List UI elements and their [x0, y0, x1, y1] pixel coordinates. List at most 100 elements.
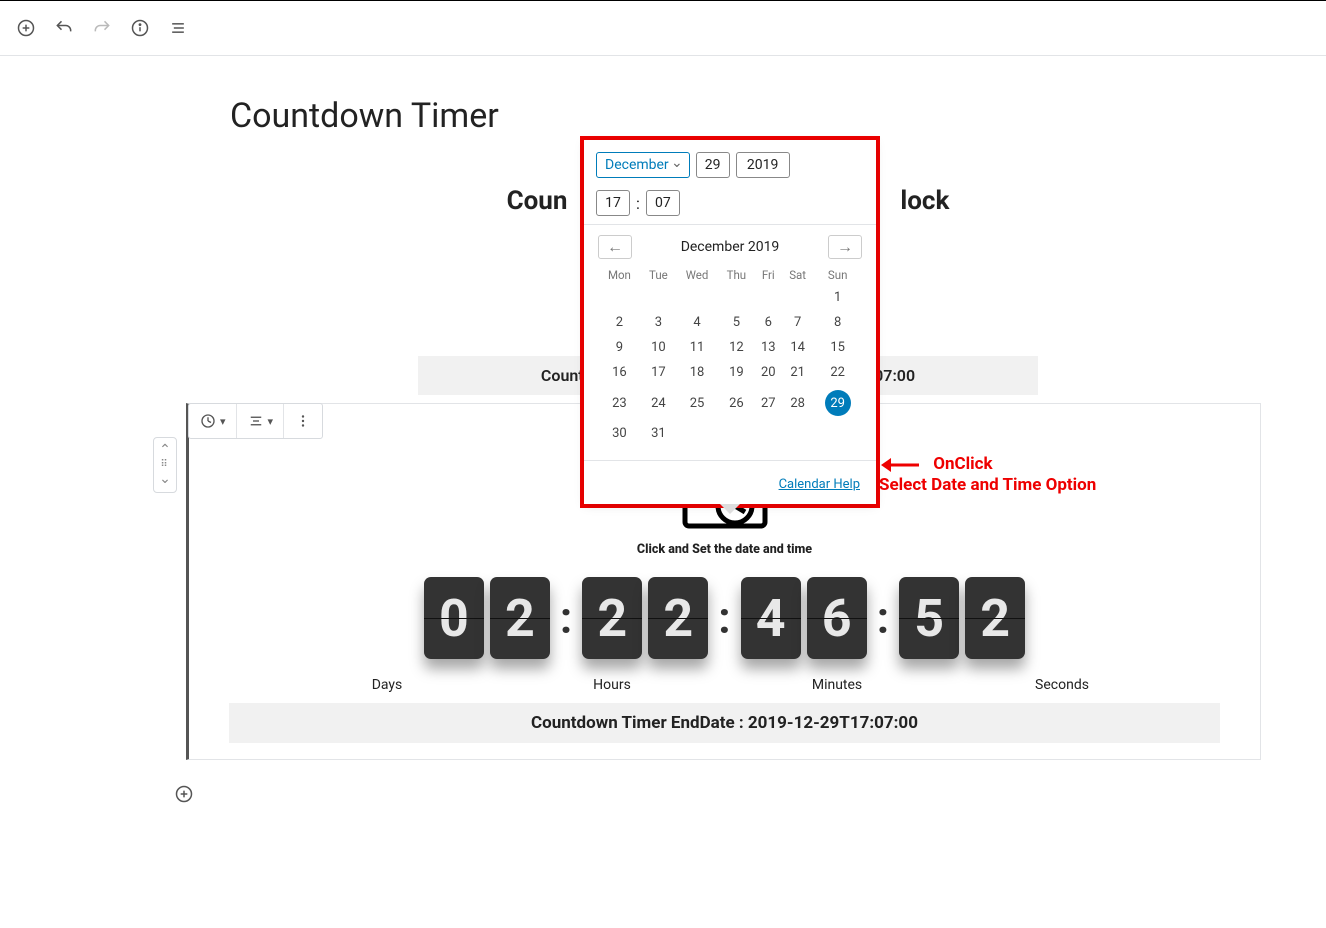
calendar-day[interactable]: 28 [782, 385, 813, 421]
arrow-left-icon [879, 455, 921, 475]
calendar-help-link[interactable]: Calendar Help [779, 477, 860, 492]
calendar-day[interactable]: 6 [755, 310, 782, 335]
weekday-header: Fri [755, 265, 782, 285]
calendar-month-title: December 2019 [681, 239, 780, 255]
calendar-day[interactable]: 8 [813, 310, 862, 335]
year-input[interactable]: 2019 [736, 152, 790, 178]
page-title[interactable]: Countdown Timer [230, 96, 1326, 136]
title-visible-suffix: lock [900, 186, 949, 216]
calendar-day [755, 421, 782, 446]
countdown-display: 0 2 : 2 2 : 4 6 : 5 2 [229, 577, 1220, 659]
day-input[interactable]: 29 [696, 152, 730, 178]
calendar-grid: ← December 2019 → MonTueWedThuFriSatSun … [584, 224, 876, 461]
days-digit-1: 0 [424, 577, 484, 659]
redo-icon[interactable] [88, 14, 116, 42]
month-select[interactable]: December [596, 152, 690, 178]
calendar-day[interactable]: 11 [676, 335, 718, 360]
block-movers: ⌃ ⠿ ⌄ [153, 437, 177, 493]
calendar-day[interactable]: 15 [813, 335, 862, 360]
enddate-bar: Countdown Timer EndDate : 2019-12-29T17:… [229, 703, 1220, 743]
datepicker-fields: December 29 2019 17 : 07 [584, 140, 876, 224]
label-days: Days [327, 677, 447, 693]
minutes-digit-1: 4 [741, 577, 801, 659]
calendar-day[interactable]: 13 [755, 335, 782, 360]
calendar-day [813, 421, 862, 446]
calendar-day[interactable]: 2 [598, 310, 641, 335]
weekday-header: Sat [782, 265, 813, 285]
calendar-day[interactable]: 14 [782, 335, 813, 360]
prev-month-icon[interactable]: ← [598, 235, 632, 259]
hours-digit-2: 2 [648, 577, 708, 659]
calendar-day [755, 285, 782, 310]
undo-icon[interactable] [50, 14, 78, 42]
drag-handle-icon[interactable]: ⠿ [160, 459, 169, 471]
separator: : [556, 592, 576, 644]
calendar-day[interactable]: 5 [718, 310, 754, 335]
calendar-day[interactable]: 10 [641, 335, 676, 360]
weekday-header: Tue [641, 265, 676, 285]
align-button[interactable]: ▾ [237, 404, 285, 438]
calendar-day[interactable]: 30 [598, 421, 641, 446]
calendar-day [782, 285, 813, 310]
calendar-day[interactable]: 9 [598, 335, 641, 360]
countdown-labels: Days Hours Minutes Seconds [229, 677, 1220, 693]
annotation-line1: OnClick [933, 454, 992, 474]
block-toolbar: ▾ ▾ [188, 403, 323, 439]
calendar-day[interactable]: 21 [782, 360, 813, 385]
calendar-day[interactable]: 1 [813, 285, 862, 310]
days-digit-2: 2 [490, 577, 550, 659]
label-hours: Hours [552, 677, 672, 693]
seconds-digit-1: 5 [899, 577, 959, 659]
calendar-day[interactable]: 19 [718, 360, 754, 385]
info-icon[interactable] [126, 14, 154, 42]
time-colon: : [636, 194, 640, 213]
calendar-day[interactable]: 3 [641, 310, 676, 335]
calendar-help-row: Calendar Help [584, 461, 876, 504]
calendar-day[interactable]: 4 [676, 310, 718, 335]
more-options-button[interactable] [284, 404, 322, 438]
next-month-icon[interactable]: → [828, 235, 862, 259]
calendar-day[interactable]: 7 [782, 310, 813, 335]
calendar-day[interactable]: 27 [755, 385, 782, 421]
weekday-header: Mon [598, 265, 641, 285]
label-minutes: Minutes [777, 677, 897, 693]
title-visible-prefix: Coun [507, 186, 568, 216]
editor-canvas: Countdown Timer Coun lock Countd 7:07:00… [0, 96, 1326, 868]
add-block-top-icon[interactable] [12, 14, 40, 42]
datepicker-popover: December 29 2019 17 : 07 ← December 2019… [584, 140, 876, 504]
calendar-day[interactable]: 17 [641, 360, 676, 385]
calendar-table: MonTueWedThuFriSatSun 123456789101112131… [598, 265, 862, 446]
add-block-bottom-icon[interactable] [170, 780, 198, 808]
move-down-icon[interactable]: ⌄ [159, 471, 171, 488]
calendar-day[interactable]: 24 [641, 385, 676, 421]
block-type-button[interactable]: ▾ [189, 404, 237, 438]
label-seconds: Seconds [1002, 677, 1122, 693]
calendar-day [598, 285, 641, 310]
calendar-day[interactable]: 20 [755, 360, 782, 385]
calendar-day[interactable]: 18 [676, 360, 718, 385]
calendar-day [676, 285, 718, 310]
calendar-day[interactable]: 29 [813, 385, 862, 421]
move-up-icon[interactable]: ⌃ [159, 442, 171, 459]
editor-top-toolbar [0, 0, 1326, 56]
calendar-subtitle: Click and Set the date and time [229, 542, 1220, 557]
popover-arrow-icon [720, 504, 740, 514]
calendar-day [782, 421, 813, 446]
calendar-day[interactable]: 16 [598, 360, 641, 385]
annotation-callout: OnClick Select Date and Time Option [879, 454, 1096, 495]
minute-input[interactable]: 07 [646, 190, 680, 216]
calendar-nav: ← December 2019 → [598, 235, 862, 259]
datepicker-highlight-box: December 29 2019 17 : 07 ← December 2019… [580, 136, 880, 508]
calendar-day[interactable]: 31 [641, 421, 676, 446]
calendar-day[interactable]: 22 [813, 360, 862, 385]
calendar-day[interactable]: 23 [598, 385, 641, 421]
minutes-digit-2: 6 [807, 577, 867, 659]
calendar-day[interactable]: 26 [718, 385, 754, 421]
outline-icon[interactable] [164, 14, 192, 42]
hours-digit-1: 2 [582, 577, 642, 659]
calendar-day[interactable]: 25 [676, 385, 718, 421]
weekday-header: Thu [718, 265, 754, 285]
calendar-day[interactable]: 12 [718, 335, 754, 360]
hour-input[interactable]: 17 [596, 190, 630, 216]
weekday-header: Wed [676, 265, 718, 285]
